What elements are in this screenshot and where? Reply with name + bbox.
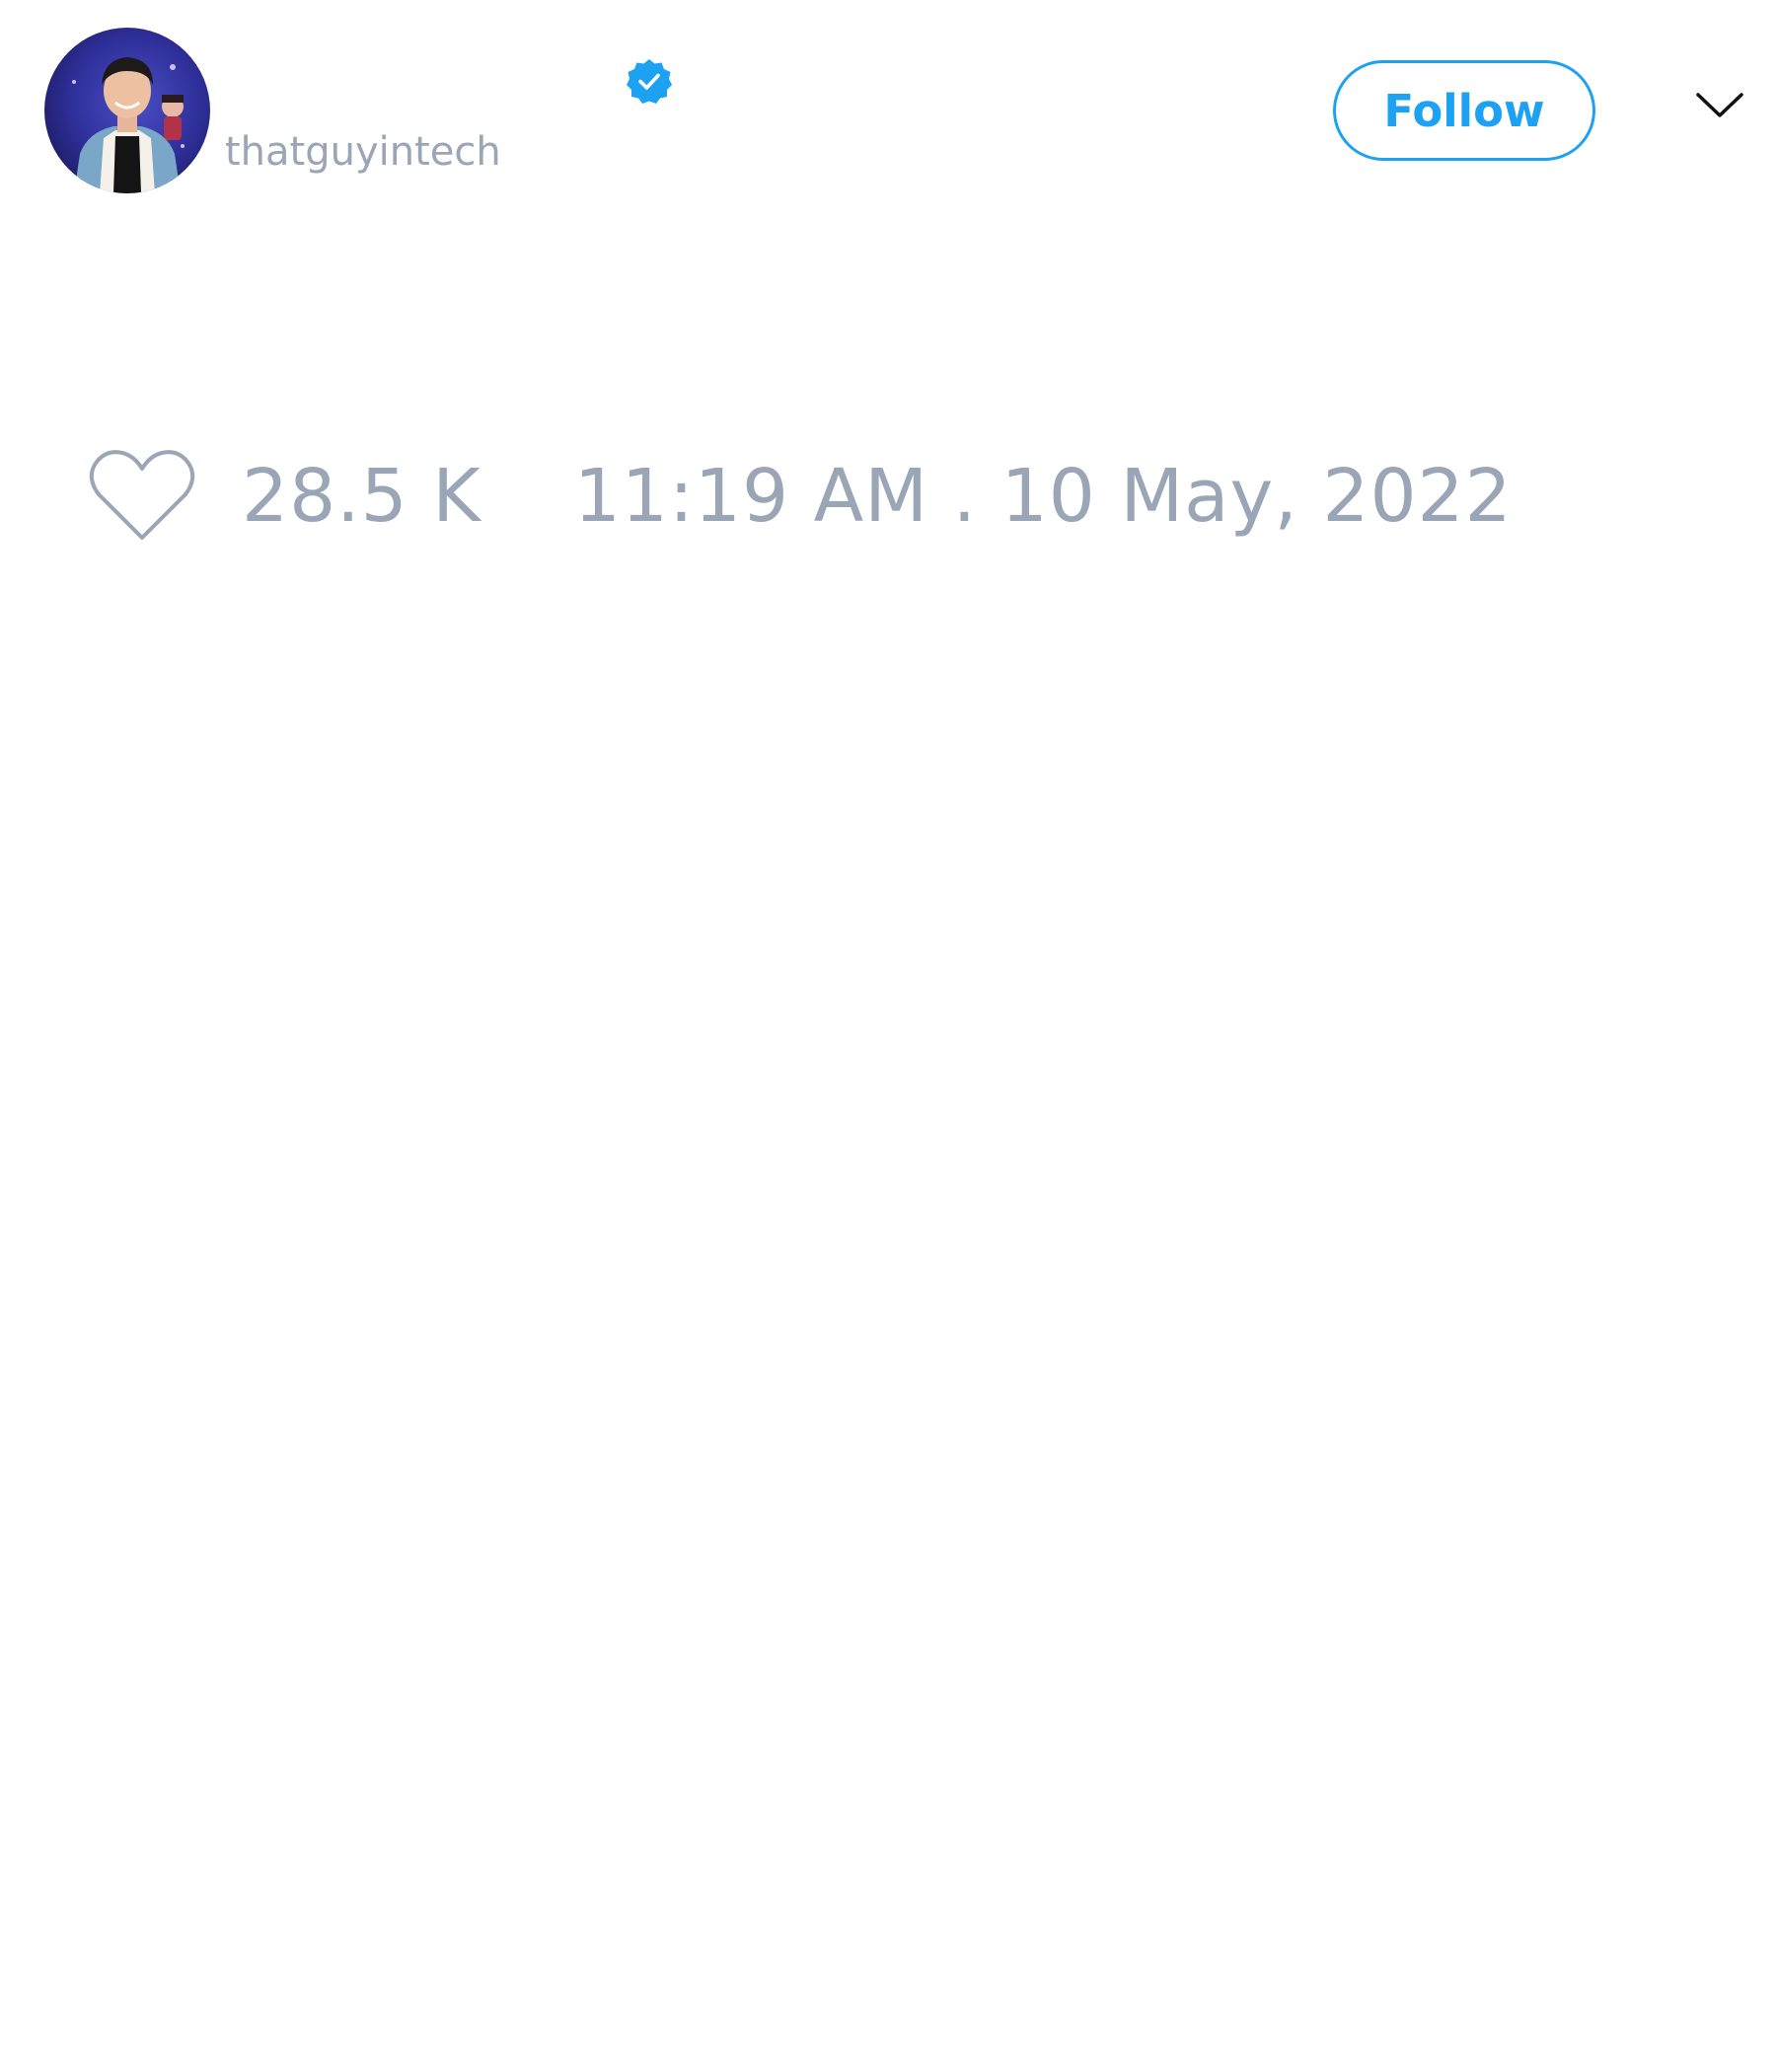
follow-button[interactable]: Follow [1333, 60, 1595, 161]
chevron-down-icon[interactable] [1695, 91, 1744, 120]
heart-icon[interactable] [89, 449, 195, 544]
avatar[interactable] [44, 28, 210, 193]
tweet-timestamp[interactable]: 11:19 AM . 10 May, 2022 [574, 454, 1513, 539]
engagement-row: 28.5 K 11:19 AM . 10 May, 2022 [89, 444, 1513, 548]
like-count: 28.5 K [242, 453, 481, 539]
verified-badge-icon [627, 59, 672, 104]
avatar-photo [44, 28, 210, 193]
author-handle[interactable]: thatguyintech [225, 126, 501, 178]
